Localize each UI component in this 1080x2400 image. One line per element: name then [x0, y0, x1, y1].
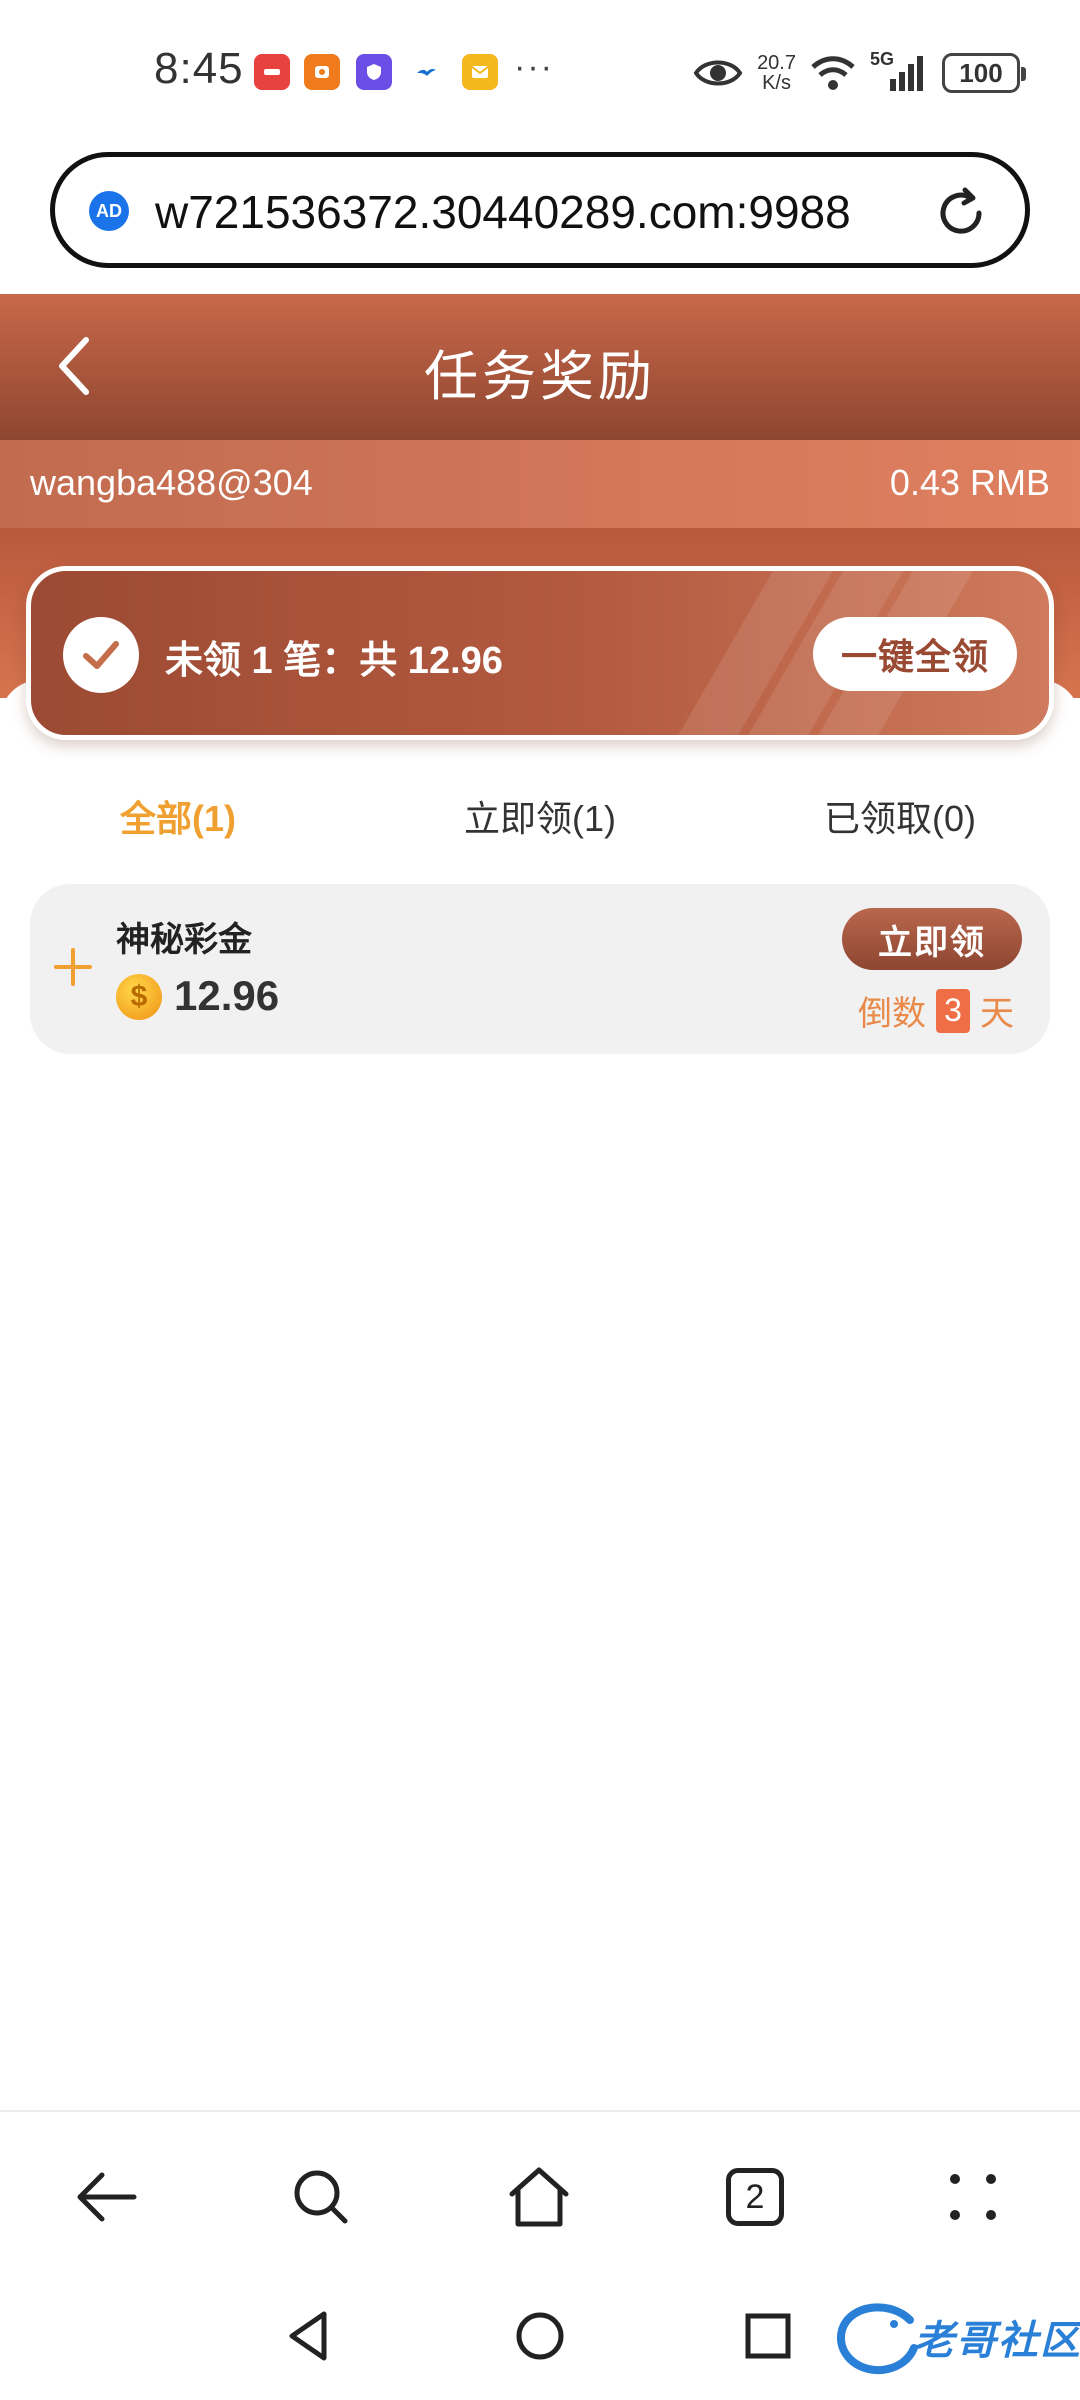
address-bar[interactable]: AD w721536372.30440289.com:9988 — [50, 152, 1030, 268]
ad-block-badge[interactable]: AD — [89, 191, 129, 231]
menu-dots-icon[interactable] — [938, 2162, 1008, 2232]
nav-back-triangle-icon[interactable] — [280, 2306, 340, 2366]
nav-recents-square-icon[interactable] — [738, 2306, 798, 2366]
signal-icon: 5G — [870, 49, 928, 93]
page-header: 任务奖励 — [0, 294, 1080, 440]
status-indicators: 20.7 K/s 5G 100 — [693, 48, 1026, 98]
reward-item: 神秘彩金 $ 12.96 立即领 倒数 3 天 — [30, 884, 1050, 1054]
balance: 0.43 RMB — [889, 462, 1050, 503]
battery-indicator: 100 — [942, 53, 1026, 93]
shield-app-icon — [356, 54, 392, 90]
tabs-icon[interactable]: 2 — [720, 2162, 790, 2232]
status-time: 8:45 — [154, 44, 244, 93]
more-notifications: ··· — [514, 48, 554, 86]
watermark-text: 老哥社区 — [914, 2319, 1080, 2363]
check-icon[interactable] — [63, 617, 139, 693]
countdown-suffix: 天 — [980, 995, 1014, 1033]
account-row: wangba488@304 0.43 RMB — [0, 440, 1080, 528]
reward-amount: 12.96 — [174, 972, 280, 1019]
network-speed: 20.7 K/s — [757, 52, 796, 94]
browser-toolbar: 2 — [0, 2110, 1080, 2280]
claim-all-button[interactable]: 一键全领 — [813, 617, 1017, 691]
username: wangba488@304 — [30, 462, 313, 503]
unclaimed-summary: 未领 1 笔：共 12.96 — [165, 640, 503, 682]
search-icon[interactable] — [286, 2162, 356, 2232]
back-arrow-icon[interactable] — [72, 2162, 142, 2232]
wifi-icon — [811, 56, 855, 90]
mail-app-icon — [462, 54, 498, 90]
tab-all[interactable]: 全部(1) — [120, 790, 236, 842]
coin-icon: $ — [116, 974, 162, 1020]
tab-claimed[interactable]: 已领取(0) — [824, 790, 976, 842]
fox-app-icon — [304, 54, 340, 90]
system-navigation: 老哥社区 — [0, 2280, 1080, 2400]
plus-icon[interactable] — [52, 946, 94, 988]
countdown-days: 3 — [936, 988, 970, 1033]
tab-count[interactable]: 2 — [726, 2168, 784, 2226]
countdown-prefix: 倒数 — [858, 995, 926, 1033]
home-icon[interactable] — [504, 2162, 574, 2232]
bird-app-icon — [408, 54, 444, 90]
eye-icon — [693, 60, 743, 86]
status-bar: 8:45 ··· 20.7 K/s 5G 100 — [0, 0, 1080, 140]
page-title: 任务奖励 — [424, 347, 656, 407]
url-text[interactable]: w721536372.30440289.com:9988 — [155, 185, 851, 239]
claim-now-button[interactable]: 立即领 — [842, 908, 1022, 970]
reward-name: 神秘彩金 — [116, 921, 252, 959]
countdown: 倒数 3 天 — [858, 986, 1014, 1035]
huawei-app-icon — [254, 54, 290, 90]
nav-home-circle-icon[interactable] — [510, 2306, 570, 2366]
refresh-icon[interactable] — [933, 185, 989, 241]
filter-tabs: 全部(1) 立即领(1) 已领取(0) — [0, 780, 1080, 850]
tab-claimable[interactable]: 立即领(1) — [464, 790, 616, 842]
claim-summary-card: 未领 1 笔：共 12.96 一键全领 — [26, 566, 1054, 740]
watermark-logo: 老哥社区 — [830, 2300, 1080, 2384]
